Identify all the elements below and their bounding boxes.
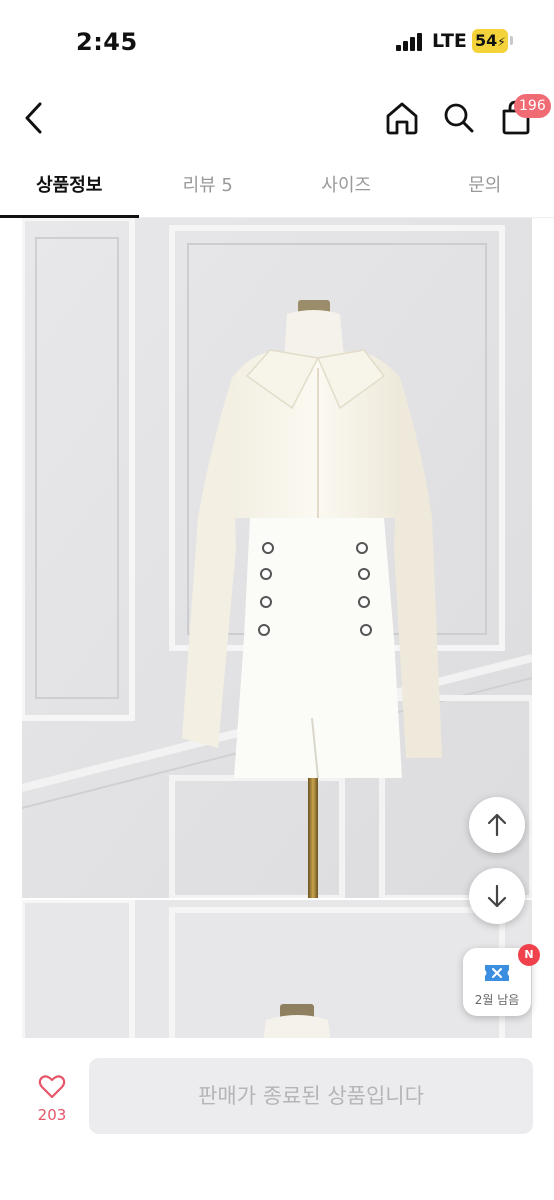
cart-count-badge: 196 xyxy=(514,94,551,118)
tab-size[interactable]: 사이즈 xyxy=(277,160,416,217)
back-button[interactable] xyxy=(18,98,54,138)
battery-icon: 54⚡ xyxy=(472,29,508,53)
tab-product-info[interactable]: 상품정보 xyxy=(0,160,139,218)
back-arrow-icon xyxy=(25,102,42,134)
battery-tip xyxy=(510,36,513,45)
product-image-2 xyxy=(22,900,532,1050)
heart-icon xyxy=(38,1075,66,1099)
scroll-bottom-button[interactable] xyxy=(469,868,525,924)
top-nav xyxy=(0,84,554,154)
status-time: 2:45 xyxy=(76,28,138,56)
arrow-down-icon xyxy=(487,884,507,908)
product-image xyxy=(22,218,532,898)
scroll-top-button[interactable] xyxy=(469,797,525,853)
status-bar: 2:45 LTE 54⚡ xyxy=(0,0,554,84)
bottom-action-bar: 203 판매가 종료된 상품입니다 xyxy=(0,1038,554,1200)
network-type: LTE xyxy=(432,30,467,52)
search-icon xyxy=(444,103,474,133)
home-icon xyxy=(386,102,418,135)
tab-inquiry[interactable]: 문의 xyxy=(416,160,554,217)
like-count: 203 xyxy=(37,1106,67,1124)
home-button[interactable] xyxy=(383,98,421,138)
battery-level: 54 xyxy=(475,31,498,50)
like-button[interactable]: 203 xyxy=(24,1070,80,1130)
search-button[interactable] xyxy=(440,98,478,138)
tab-reviews[interactable]: 리뷰 5 xyxy=(139,160,278,217)
coupon-label: 2월 남음 xyxy=(474,993,520,1007)
product-tabs: 상품정보 리뷰 5 사이즈 문의 xyxy=(0,160,554,218)
coupon-ticket-icon xyxy=(485,965,509,981)
signal-icon xyxy=(396,33,426,51)
arrow-up-icon xyxy=(487,813,507,837)
coupon-new-badge: N xyxy=(518,944,540,966)
sold-out-button: 판매가 종료된 상품입니다 xyxy=(89,1058,533,1134)
